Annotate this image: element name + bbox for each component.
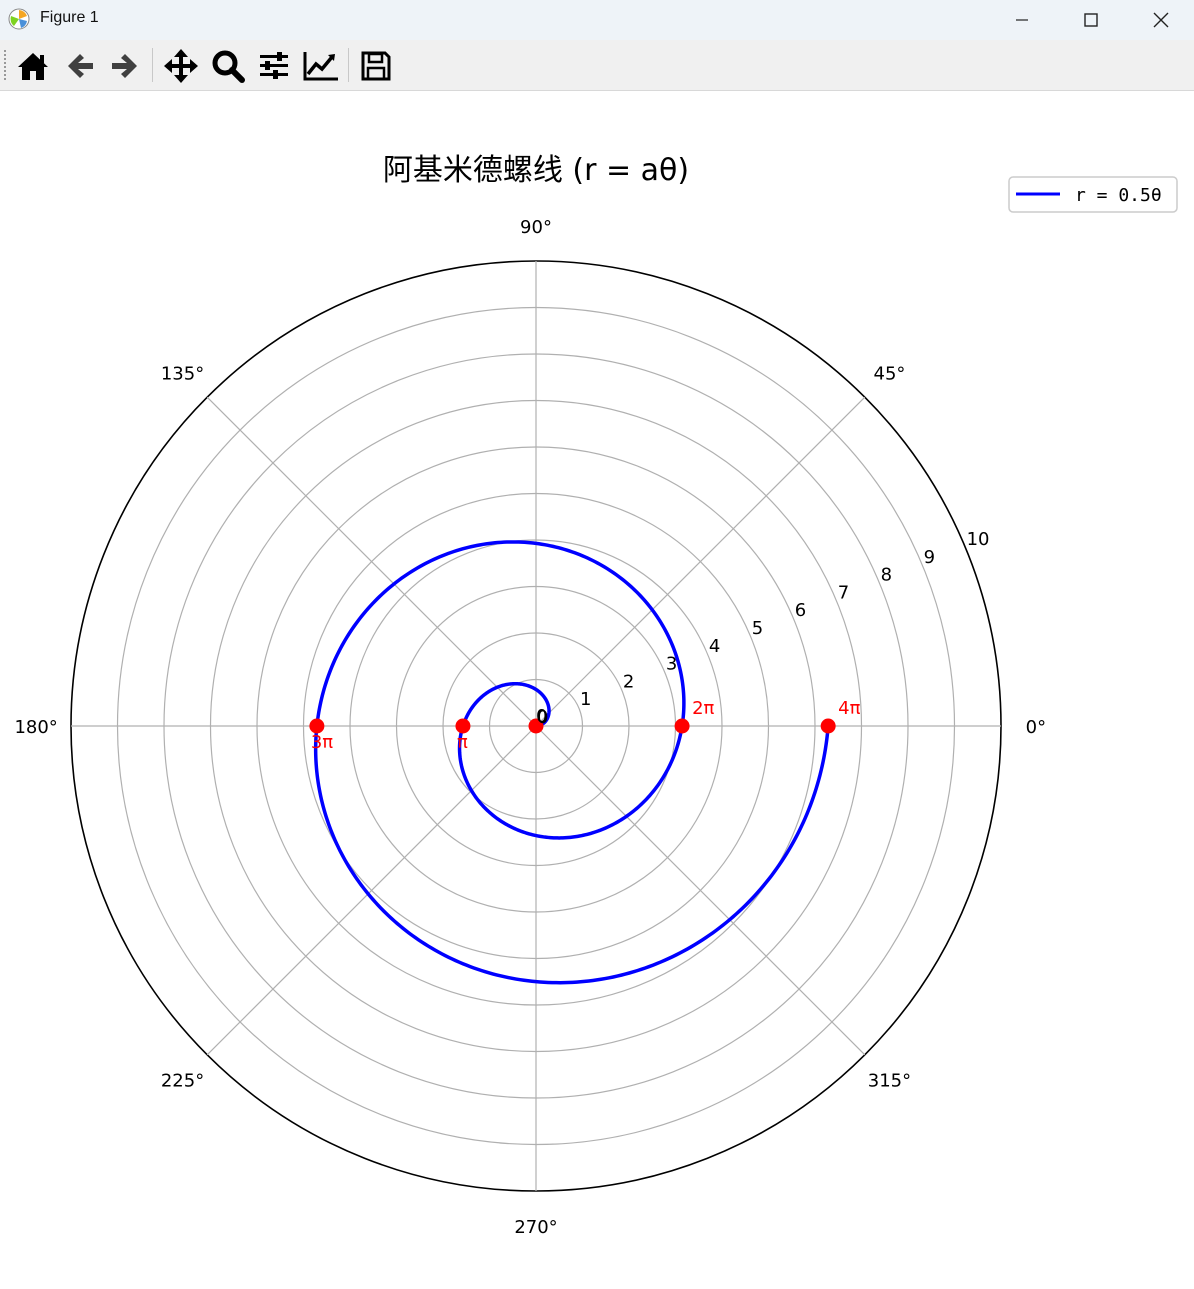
r-tick-label: 7 — [838, 582, 849, 603]
chart-title: 阿基米德螺线 (r = aθ) — [383, 153, 689, 188]
matplotlib-logo-icon — [8, 8, 30, 30]
theta-tick-label: 225° — [161, 1070, 204, 1091]
angular-gridline — [535, 396, 866, 727]
home-icon — [18, 53, 48, 80]
back-button[interactable] — [60, 47, 100, 85]
save-icon — [361, 51, 391, 81]
navigation-toolbar — [0, 40, 1194, 91]
minimize-button[interactable] — [992, 0, 1052, 40]
zoom-button[interactable] — [208, 47, 248, 85]
r-tick-label: 10 — [967, 529, 990, 550]
angular-gridline — [206, 396, 537, 727]
close-icon — [1153, 12, 1169, 28]
zoom-icon — [212, 50, 245, 83]
window-titlebar: Figure 1 — [0, 0, 1194, 40]
forward-arrow-icon — [112, 54, 137, 78]
minimize-icon — [1016, 19, 1028, 21]
maximize-button[interactable] — [1061, 0, 1121, 40]
axes-edit-icon — [303, 52, 338, 81]
marker-label: 2π — [692, 698, 714, 719]
r-tick-label: 4 — [709, 636, 720, 657]
marker-label: π — [457, 732, 468, 753]
pan-icon — [164, 49, 198, 83]
theta-tick-label: 270° — [514, 1217, 557, 1238]
r-tick-label: 1 — [580, 689, 591, 710]
theta-tick-label: 90° — [520, 217, 552, 238]
r-tick-label: 9 — [924, 547, 935, 568]
marker-label: 4π — [838, 698, 860, 719]
theta-tick-label: 180° — [14, 717, 57, 738]
legend: r = 0.5θ — [1008, 176, 1178, 213]
r-tick-label: 3 — [666, 654, 677, 675]
legend-label: r = 0.5θ — [1075, 185, 1162, 206]
marker-point — [674, 718, 690, 734]
axes-edit-button[interactable] — [301, 47, 341, 85]
r-tick-label: 6 — [795, 600, 806, 621]
toolbar-separator — [348, 48, 349, 82]
close-button[interactable] — [1131, 0, 1191, 40]
r-tick-label: 0 — [537, 707, 548, 728]
marker-point — [820, 718, 836, 734]
polar-chart: 0π2π3π4π 0°45°90°135°180°225°270°315°012… — [14, 153, 1178, 1238]
pan-button[interactable] — [161, 47, 201, 85]
angular-gridline — [206, 725, 537, 1056]
r-tick-label: 2 — [623, 671, 634, 692]
window-title: Figure 1 — [40, 9, 99, 26]
subplots-icon — [260, 52, 288, 79]
angular-gridline — [535, 725, 866, 1056]
forward-button[interactable] — [105, 47, 145, 85]
save-button[interactable] — [356, 47, 396, 85]
theta-tick-label: 135° — [161, 364, 204, 385]
home-button[interactable] — [13, 47, 53, 85]
marker-label: 3π — [311, 732, 333, 753]
subplots-button[interactable] — [254, 47, 294, 85]
theta-tick-label: 0° — [1026, 717, 1046, 738]
back-arrow-icon — [68, 54, 93, 78]
r-tick-label: 8 — [881, 565, 892, 586]
theta-tick-label: 315° — [868, 1070, 911, 1091]
toolbar-grip — [4, 50, 10, 80]
maximize-icon — [1084, 13, 1098, 27]
toolbar-separator — [152, 48, 153, 82]
r-tick-label: 5 — [752, 618, 763, 639]
theta-tick-label: 45° — [874, 364, 906, 385]
